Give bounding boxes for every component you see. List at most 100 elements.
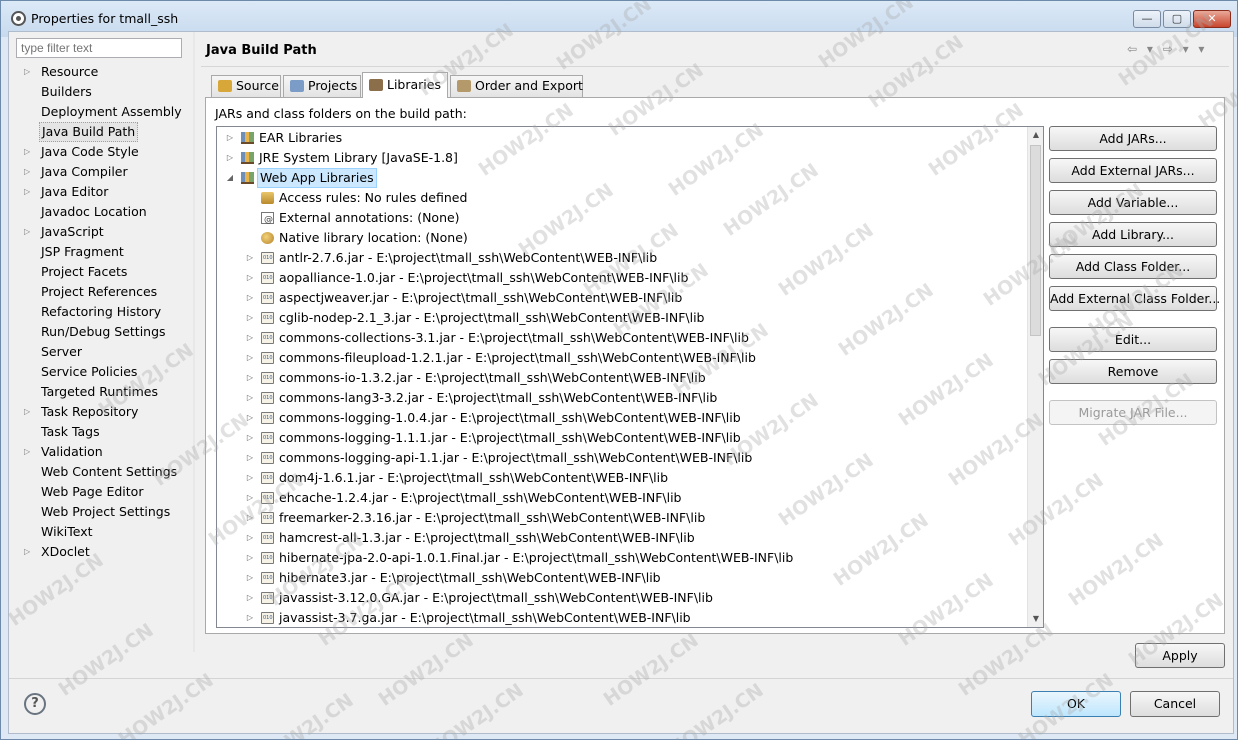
expand-arrow-icon[interactable]: ▷: [24, 162, 34, 182]
tree-row[interactable]: ▷ cglib-nodep-2.1_3.jar - E:\project\tmal…: [217, 308, 1025, 328]
add-jars-button[interactable]: Add JARs...: [1049, 126, 1217, 151]
collapse-arrow-icon[interactable]: ◢: [225, 168, 235, 188]
close-button[interactable]: ✕: [1193, 10, 1231, 28]
nav-item[interactable]: Targeted Runtimes: [9, 382, 193, 402]
tree-row[interactable]: ▷ hamcrest-all-1.3.jar - E:\project\tmall…: [217, 528, 1025, 548]
nav-item[interactable]: Task Tags: [9, 422, 193, 442]
nav-item[interactable]: Deployment Assembly: [9, 102, 193, 122]
tree-row[interactable]: ▷ commons-collections-3.1.jar - E:\projec…: [217, 328, 1025, 348]
add-external-jars-button[interactable]: Add External JARs...: [1049, 158, 1217, 183]
expand-arrow-icon[interactable]: ▷: [245, 448, 255, 468]
migrate-jar-file-button[interactable]: Migrate JAR File...: [1049, 400, 1217, 425]
expand-arrow-icon[interactable]: ▷: [245, 388, 255, 408]
nav-item[interactable]: ▷ XDoclet: [9, 542, 193, 562]
build-path-tree[interactable]: ▷ javassist-3.7.ga.jar - E:\project\tmall…: [216, 126, 1044, 628]
expand-arrow-icon[interactable]: ▷: [245, 428, 255, 448]
tree-row[interactable]: ▷ EAR Libraries: [217, 128, 1025, 148]
nav-item[interactable]: Refactoring History: [9, 302, 193, 322]
cancel-button[interactable]: Cancel: [1130, 691, 1220, 717]
nav-item[interactable]: Run/Debug Settings: [9, 322, 193, 342]
add-class-folder-button[interactable]: Add Class Folder...: [1049, 254, 1217, 279]
pane-sash[interactable]: [193, 32, 195, 652]
add-variable-button[interactable]: Add Variable...: [1049, 190, 1217, 215]
tree-row[interactable]: ▷ hibernate3.jar - E:\project\tmall_ssh\W…: [217, 568, 1025, 588]
scroll-down-arrow-icon[interactable]: ▼: [1028, 611, 1043, 627]
tree-row[interactable]: ▷ commons-logging-api-1.1.jar - E:\projec…: [217, 448, 1025, 468]
help-icon[interactable]: ?: [24, 693, 46, 715]
nav-item[interactable]: ▷ Task Repository: [9, 402, 193, 422]
filter-input[interactable]: [16, 38, 182, 58]
expand-arrow-icon[interactable]: ▷: [24, 442, 34, 462]
nav-item[interactable]: JSP Fragment: [9, 242, 193, 262]
nav-item[interactable]: ▷ Java Compiler: [9, 162, 193, 182]
expand-arrow-icon[interactable]: ▷: [225, 128, 235, 148]
expand-arrow-icon[interactable]: ▷: [245, 408, 255, 428]
expand-arrow-icon[interactable]: ▷: [245, 608, 255, 627]
tab-projects[interactable]: Projects: [283, 75, 361, 97]
expand-arrow-icon[interactable]: ▷: [245, 368, 255, 388]
apply-button[interactable]: Apply: [1135, 643, 1225, 668]
nav-item[interactable]: Project Facets: [9, 262, 193, 282]
nav-item[interactable]: Web Page Editor: [9, 482, 193, 502]
tab-order-and-export[interactable]: Order and Export: [450, 75, 583, 97]
nav-item[interactable]: Javadoc Location: [9, 202, 193, 222]
ok-button[interactable]: OK: [1031, 691, 1121, 717]
scroll-up-arrow-icon[interactable]: ▲: [1028, 127, 1043, 143]
nav-item[interactable]: ▷ Java Editor: [9, 182, 193, 202]
tab-source[interactable]: Source: [211, 75, 281, 97]
expand-arrow-icon[interactable]: ▷: [245, 288, 255, 308]
tree-row[interactable]: Access rules: No rules defined: [217, 188, 1025, 208]
nav-item[interactable]: Builders: [9, 82, 193, 102]
nav-item[interactable]: Java Build Path: [9, 122, 193, 142]
tree-row[interactable]: ▷ javassist-3.7.ga.jar - E:\project\tmall…: [217, 608, 1025, 627]
scroll-thumb[interactable]: [1030, 145, 1041, 336]
tree-row[interactable]: ▷ dom4j-1.6.1.jar - E:\project\tmall_ssh\…: [217, 468, 1025, 488]
expand-arrow-icon[interactable]: ▷: [24, 62, 34, 82]
tree-row[interactable]: ▷ commons-io-1.3.2.jar - E:\project\tmall…: [217, 368, 1025, 388]
nav-item[interactable]: ▷ JavaScript: [9, 222, 193, 242]
remove-button[interactable]: Remove: [1049, 359, 1217, 384]
maximize-button[interactable]: ▢: [1163, 10, 1191, 28]
expand-arrow-icon[interactable]: ▷: [225, 148, 235, 168]
tree-row[interactable]: ▷ commons-fileupload-1.2.1.jar - E:\proje…: [217, 348, 1025, 368]
nav-item[interactable]: Server: [9, 342, 193, 362]
tree-row[interactable]: ▷ ehcache-1.2.4.jar - E:\project\tmall_ss…: [217, 488, 1025, 508]
tree-row[interactable]: ▷ commons-logging-1.1.1.jar - E:\project\…: [217, 428, 1025, 448]
nav-item[interactable]: ▷ Java Code Style: [9, 142, 193, 162]
tree-row[interactable]: ◢ Web App Libraries: [217, 168, 1025, 188]
expand-arrow-icon[interactable]: ▷: [245, 248, 255, 268]
tree-row[interactable]: ▷ JRE System Library [JavaSE-1.8]: [217, 148, 1025, 168]
tree-row[interactable]: ▷ commons-lang3-3.2.jar - E:\project\tmal…: [217, 388, 1025, 408]
expand-arrow-icon[interactable]: ▷: [245, 488, 255, 508]
tree-row[interactable]: ▷ freemarker-2.3.16.jar - E:\project\tmal…: [217, 508, 1025, 528]
add-library-button[interactable]: Add Library...: [1049, 222, 1217, 247]
expand-arrow-icon[interactable]: ▷: [245, 308, 255, 328]
expand-arrow-icon[interactable]: ▷: [245, 348, 255, 368]
expand-arrow-icon[interactable]: ▷: [24, 402, 34, 422]
tree-row[interactable]: ▷ javassist-3.12.0.GA.jar - E:\project\tm…: [217, 588, 1025, 608]
nav-item[interactable]: Web Project Settings: [9, 502, 193, 522]
tree-row[interactable]: ▷ hibernate-jpa-2.0-api-1.0.1.Final.jar -…: [217, 548, 1025, 568]
expand-arrow-icon[interactable]: ▷: [24, 182, 34, 202]
expand-arrow-icon[interactable]: ▷: [245, 568, 255, 588]
tree-row[interactable]: Native library location: (None): [217, 228, 1025, 248]
edit-button[interactable]: Edit...: [1049, 327, 1217, 352]
nav-item[interactable]: ▷ Validation: [9, 442, 193, 462]
expand-arrow-icon[interactable]: ▷: [24, 142, 34, 162]
add-external-class-folder-button[interactable]: Add External Class Folder...: [1049, 286, 1220, 311]
tree-row[interactable]: ▷ aspectjweaver.jar - E:\project\tmall_ss…: [217, 288, 1025, 308]
expand-arrow-icon[interactable]: ▷: [245, 588, 255, 608]
nav-item[interactable]: Project References: [9, 282, 193, 302]
expand-arrow-icon[interactable]: ▷: [24, 542, 34, 562]
nav-item[interactable]: ▷ Resource: [9, 62, 193, 82]
tab-libraries[interactable]: Libraries: [362, 72, 448, 98]
minimize-button[interactable]: —: [1133, 10, 1161, 28]
nav-item[interactable]: Service Policies: [9, 362, 193, 382]
expand-arrow-icon[interactable]: ▷: [245, 468, 255, 488]
tree-row[interactable]: ▷ aopalliance-1.0.jar - E:\project\tmall_…: [217, 268, 1025, 288]
expand-arrow-icon[interactable]: ▷: [24, 222, 34, 242]
tree-row[interactable]: External annotations: (None): [217, 208, 1025, 230]
expand-arrow-icon[interactable]: ▷: [245, 548, 255, 568]
nav-item[interactable]: WikiText: [9, 522, 193, 542]
expand-arrow-icon[interactable]: ▷: [245, 528, 255, 548]
